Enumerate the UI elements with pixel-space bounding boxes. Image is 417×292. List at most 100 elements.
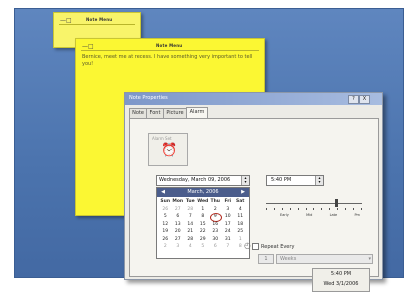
slider-tick xyxy=(321,208,323,210)
calendar-day[interactable]: 2 xyxy=(159,243,172,251)
calendar-month-label: March, 2006 xyxy=(187,189,219,195)
calendar-day[interactable]: 3 xyxy=(222,206,235,214)
slider-tick xyxy=(297,208,299,210)
calendar-week-row: 12 13 14 15 16 17 18 xyxy=(159,221,247,229)
repeat-label: Repeat Every xyxy=(261,244,295,250)
calendar-week-row: 5 6 7 8 9 10 11 xyxy=(159,213,247,222)
date-picker-field[interactable]: Wednesday, March 09, 2006 ▴ ▾ xyxy=(156,175,250,186)
slider-tick xyxy=(313,208,315,210)
calendar-day[interactable]: 4 xyxy=(184,243,197,251)
slider-tick xyxy=(345,208,347,210)
calendar-week-row: 19 20 21 22 23 24 25 xyxy=(159,228,247,236)
calendar-day[interactable]: 13 xyxy=(172,221,185,229)
alarm-clock-icon: ⏰ xyxy=(161,143,178,158)
calendar-day[interactable]: 6 xyxy=(172,213,185,221)
calendar-day[interactable]: 2 xyxy=(209,206,222,214)
calendar-day-header: Sat xyxy=(236,199,245,204)
calendar-week-row: 26 27 28 1 2 3 4 xyxy=(159,206,247,214)
calendar: ◀ March, 2006 ▶ Sun Mon Tue Wed Thu Fri Sat 26 2… xyxy=(156,187,250,259)
date-value: Wednesday, March 09, 2006 xyxy=(159,177,231,183)
calendar-day[interactable]: 25 xyxy=(234,228,247,236)
calendar-day-header: Fri xyxy=(224,199,232,204)
calendar-day[interactable]: 30 xyxy=(209,236,222,244)
tab-note[interactable]: Note xyxy=(129,108,147,118)
prev-month-icon[interactable]: ◀ xyxy=(158,188,168,197)
calendar-day[interactable]: 8 xyxy=(197,213,210,221)
tab-font[interactable]: Font xyxy=(146,108,164,118)
calendar-day[interactable]: 23 xyxy=(209,228,222,236)
dialog-title: Note Properties xyxy=(129,95,168,101)
repeat-unit-select[interactable]: Weeks ▾ xyxy=(276,254,373,264)
calendar-day[interactable]: 4 xyxy=(234,206,247,214)
help-button[interactable]: ? xyxy=(348,95,359,104)
calendar-day-header: Thu xyxy=(210,199,220,204)
calendar-day[interactable]: 21 xyxy=(184,228,197,236)
note-title: Note Menu xyxy=(156,43,183,48)
slider-tick-label: Mid xyxy=(306,213,313,217)
calendar-day[interactable]: 26 xyxy=(159,236,172,244)
note-title: Note Menu xyxy=(86,17,113,22)
calendar-day[interactable]: 27 xyxy=(172,206,185,214)
repeat-unit-value: Weeks xyxy=(280,256,297,262)
calendar-day[interactable]: 29 xyxy=(197,236,210,244)
summary-date: Wed 3/1/2006 xyxy=(323,281,359,287)
summary-time: 5:40 PM xyxy=(330,271,352,277)
pin-icon: —□ xyxy=(60,17,72,24)
repeat-checkbox[interactable] xyxy=(252,243,259,250)
alarm-summary: 5:40 PM Wed 3/1/2006 xyxy=(312,268,370,292)
note-divider xyxy=(81,50,259,51)
slider-tick-label: Pm xyxy=(354,213,360,217)
tab-picture[interactable]: Picture xyxy=(163,108,187,118)
time-slider-track[interactable] xyxy=(266,203,362,204)
calendar-day[interactable]: 28 xyxy=(184,206,197,214)
calendar-day[interactable]: 10 xyxy=(222,213,235,221)
calendar-day[interactable]: 26 xyxy=(159,206,172,214)
next-month-icon[interactable]: ▶ xyxy=(238,188,248,197)
calendar-day[interactable]: 14 xyxy=(184,221,197,229)
calendar-day[interactable]: 18 xyxy=(234,221,247,229)
calendar-day[interactable]: 5 xyxy=(197,243,210,251)
calendar-day[interactable]: 11 xyxy=(234,213,247,221)
calendar-day-header: Sun xyxy=(160,199,171,204)
dialog-titlebar[interactable]: Note Properties ? X xyxy=(125,93,382,105)
calendar-day[interactable]: 3 xyxy=(172,243,185,251)
calendar-day[interactable]: 5 xyxy=(159,213,172,221)
repeat-checkbox-row[interactable]: Repeat Every xyxy=(252,243,294,250)
calendar-day-header: Mon xyxy=(172,199,184,204)
calendar-day[interactable]: 20 xyxy=(172,228,185,236)
date-spinner[interactable]: ▴ ▾ xyxy=(241,176,249,185)
tab-alarm[interactable]: Alarm xyxy=(186,107,208,118)
calendar-day[interactable]: 28 xyxy=(184,236,197,244)
chevron-down-icon[interactable]: ▾ xyxy=(368,255,371,263)
slider-tick xyxy=(289,208,291,210)
time-field[interactable]: 5:40 PM ▴ ▾ xyxy=(266,175,324,186)
time-spinner[interactable]: ▴ ▾ xyxy=(315,176,323,185)
repeat-count-input[interactable]: 1 xyxy=(258,254,274,264)
calendar-day[interactable]: 17 xyxy=(222,221,235,229)
slider-tick xyxy=(281,208,283,210)
calendar-day[interactable]: 7 xyxy=(184,213,197,221)
calendar-day[interactable]: 24 xyxy=(222,228,235,236)
time-slider-thumb[interactable] xyxy=(335,199,338,207)
note-body-text[interactable]: Bernice, meet me at recess. I have somet… xyxy=(82,54,258,68)
calendar-day[interactable]: 1 xyxy=(197,206,210,214)
slider-tick xyxy=(337,208,339,210)
calendar-day[interactable]: 19 xyxy=(159,228,172,236)
alarm-set-label: Alarm Set xyxy=(152,136,172,141)
calendar-day[interactable]: 9 xyxy=(209,213,222,222)
alarm-set-toggle[interactable]: Alarm Set ⏰ xyxy=(148,133,188,166)
calendar-day[interactable]: 7 xyxy=(222,243,235,251)
calendar-day-header: Tue xyxy=(185,199,195,204)
calendar-day[interactable]: 31 xyxy=(222,236,235,244)
slider-tick xyxy=(329,208,331,210)
calendar-day[interactable]: 22 xyxy=(197,228,210,236)
calendar-day[interactable]: 27 xyxy=(172,236,185,244)
calendar-day[interactable]: 15 xyxy=(197,221,210,229)
slider-tick-label: Early xyxy=(280,213,289,217)
calendar-day-header: Wed xyxy=(197,199,209,204)
close-button[interactable]: X xyxy=(359,95,370,104)
calendar-day[interactable]: 6 xyxy=(209,243,222,251)
calendar-day[interactable]: 12 xyxy=(159,221,172,229)
slider-tick xyxy=(352,208,354,210)
calendar-day[interactable]: 16 xyxy=(209,221,222,229)
